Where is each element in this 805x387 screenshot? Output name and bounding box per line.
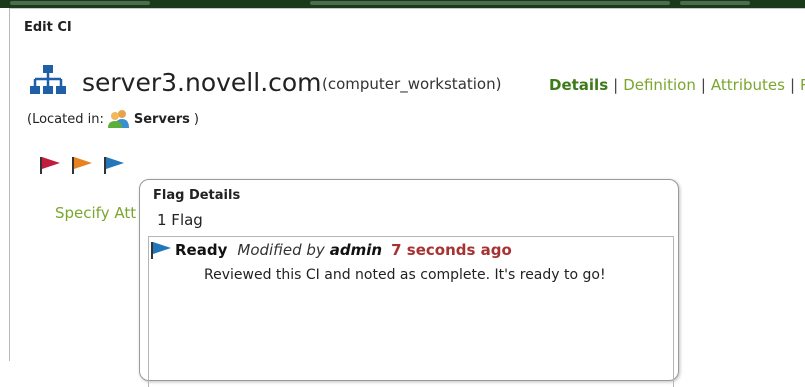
- located-in: (Located in: Servers): [27, 109, 199, 129]
- nav-attributes-link[interactable]: Attributes: [711, 76, 785, 94]
- nav-separator: |: [613, 76, 619, 94]
- flag-list: Ready Modified by admin 7 seconds ago Re…: [148, 236, 674, 387]
- ci-nav: Details|Definition|Attributes|R: [549, 76, 805, 94]
- specify-attributes-link[interactable]: Specify Att: [55, 204, 136, 222]
- flag-user: admin: [329, 241, 383, 259]
- ci-name: server3.novell.com: [82, 68, 322, 97]
- located-link[interactable]: Servers: [134, 112, 190, 127]
- nav-definition-link[interactable]: Definition: [623, 76, 696, 94]
- nav-separator: |: [700, 76, 706, 94]
- blue-flag-icon: [151, 242, 171, 259]
- dialog-title: Edit CI: [24, 20, 72, 35]
- blue-flag-icon[interactable]: [103, 155, 125, 175]
- flag-status: Ready: [175, 241, 228, 259]
- ci-type: (computer_workstation): [322, 75, 502, 93]
- popup-title: Flag Details: [153, 188, 241, 203]
- red-flag-icon[interactable]: [39, 155, 61, 175]
- edit-ci-dialog: Edit CI server3.novell.com (computer_wor…: [9, 8, 805, 387]
- nav-separator: |: [789, 76, 796, 94]
- flag-entry: Ready Modified by admin 7 seconds ago: [149, 240, 512, 260]
- nav-details-link[interactable]: Details: [549, 76, 608, 94]
- flag-details-popup: Flag Details 1 Flag Ready Modified by ad…: [139, 179, 679, 387]
- modified-by-label: Modified by: [237, 241, 325, 259]
- nav-r-link[interactable]: R: [800, 76, 805, 94]
- located-prefix: (Located in:: [27, 111, 104, 127]
- background-app-bar: [0, 0, 805, 8]
- user-group-icon: [107, 110, 129, 128]
- network-topology-icon: [30, 65, 66, 94]
- flag-time: 7 seconds ago: [391, 241, 512, 259]
- located-suffix: ): [193, 111, 199, 127]
- orange-flag-icon[interactable]: [71, 155, 93, 175]
- flag-buttons: [39, 155, 125, 175]
- flag-count: 1 Flag: [157, 211, 203, 229]
- flag-comment: Reviewed this CI and noted as complete. …: [204, 267, 606, 283]
